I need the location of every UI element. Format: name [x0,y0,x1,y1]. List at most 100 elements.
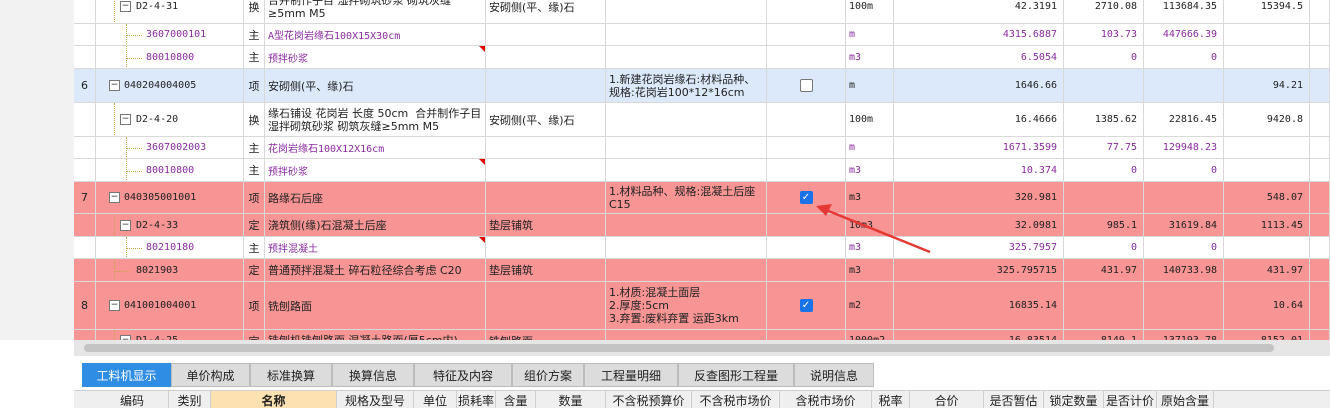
cell-extra[interactable]: 9420.8 [1224,103,1310,137]
cell-code[interactable]: 8021903 [96,259,244,282]
cell-unit[interactable]: 1000m2 [846,330,894,340]
cell-checked[interactable]: ✓ [767,182,846,214]
cell-qty[interactable]: 325.795715 [894,259,1064,282]
cell-spec[interactable] [486,182,606,214]
cell-code[interactable]: 3607000101 [96,24,244,46]
cell-name[interactable]: A型花岗岩缘石100X15X30cm [265,24,486,46]
grid-row[interactable]: 80010800 主预拌砂浆 m3 6.5054 0 0 [74,46,1330,69]
column-header[interactable]: 名称 [211,391,337,408]
cell-spec[interactable] [486,237,606,259]
cell-seq[interactable] [74,0,96,24]
cell-spec[interactable] [486,282,606,330]
cell-price[interactable]: 0 [1064,237,1144,259]
cell-price[interactable]: 2710.08 [1064,0,1144,24]
cell-price[interactable]: 431.97 [1064,259,1144,282]
cell-spec[interactable] [486,46,606,69]
cell-seq[interactable] [74,259,96,282]
cell-code[interactable]: − D2-4-20 [96,103,244,137]
cell-feature[interactable]: 1.新建花岗岩缘石:材料品种、规格:花岗岩100*12*16cm [606,69,767,103]
cell-extra[interactable]: 94.21 [1224,69,1310,103]
cell-qty[interactable]: 16835.14 [894,282,1064,330]
cell-unit[interactable]: m3 [846,237,894,259]
cell-total[interactable]: 0 [1144,159,1224,182]
cell-extra[interactable] [1224,237,1310,259]
cell-feature[interactable] [606,46,767,69]
cell-seq[interactable]: 8 [74,282,96,330]
cell-total[interactable]: 447666.39 [1144,24,1224,46]
cell-qty[interactable]: 325.7957 [894,237,1064,259]
column-header[interactable]: 不含税预算价 [606,391,692,408]
grid-row[interactable]: −D1-4-25定铣刨机铣刨路面 混凝土路面(厚5cm内)铣刨路面1000m21… [74,330,1330,340]
cell-seq[interactable] [74,330,96,340]
cell-name[interactable]: 预拌混凝土 [265,237,486,259]
cell-code[interactable]: −041001004001 [96,282,244,330]
cell-total[interactable] [1144,182,1224,214]
cell-price[interactable]: 1385.62 [1064,103,1144,137]
column-header[interactable]: 含税市场价 [780,391,872,408]
column-header[interactable]: 数量 [536,391,606,408]
cell-total[interactable] [1144,282,1224,330]
cell-feature[interactable] [606,330,767,340]
minus-box-icon[interactable]: − [109,80,120,91]
cell-checked[interactable] [767,0,846,24]
cell-checked[interactable] [767,330,846,340]
cell-checked[interactable] [767,159,846,182]
cell-feature[interactable] [606,259,767,282]
cell-unit[interactable]: m3 [846,182,894,214]
cell-name[interactable]: 铣刨机铣刨路面 混凝土路面(厚5cm内) [265,330,486,340]
grid-row[interactable]: 80210180 主预拌混凝土 m3 325.7957 0 0 [74,237,1330,259]
cell-feature[interactable] [606,237,767,259]
cell-feature[interactable] [606,159,767,182]
cell-type[interactable]: 项 [244,182,265,214]
cell-price[interactable]: 0 [1064,159,1144,182]
cell-name[interactable]: 浇筑侧(缘)石混凝土后座 [265,214,486,237]
cell-qty[interactable]: 320.981 [894,182,1064,214]
cell-spec[interactable] [486,69,606,103]
cell-qty[interactable]: 4315.6887 [894,24,1064,46]
column-header[interactable]: 是否计价 [1104,391,1157,408]
column-header[interactable]: 是否暂估 [984,391,1044,408]
cell-price[interactable]: 103.73 [1064,24,1144,46]
cell-extra[interactable]: 548.07 [1224,182,1310,214]
cell-type[interactable]: 定 [244,259,265,282]
cell-price[interactable]: 8149.1 [1064,330,1144,340]
grid-row[interactable]: 3607002003 主花岗岩缘石100X12X16cm m 1671.3599 77.… [74,137,1330,159]
cell-seq[interactable] [74,159,96,182]
cell-type[interactable]: 主 [244,159,265,182]
column-header[interactable]: 不含税市场价 [692,391,780,408]
scrollbar-thumb[interactable] [84,344,1274,352]
cell-code[interactable]: −040204004005 [96,69,244,103]
cell-name[interactable]: 安砌侧(平、缘)石 [265,69,486,103]
tab-2[interactable]: 标准换算 [250,363,332,387]
cell-total[interactable] [1144,69,1224,103]
cell-type[interactable]: 换 [244,0,265,24]
cell-type[interactable]: 主 [244,46,265,69]
cell-total[interactable]: 0 [1144,46,1224,69]
tab-0[interactable]: 工料机显示 [82,363,171,387]
cell-qty[interactable]: 16.83514 [894,330,1064,340]
column-header[interactable]: 单位 [414,391,457,408]
cell-total[interactable]: 0 [1144,237,1224,259]
column-header[interactable]: 规格及型号 [337,391,414,408]
cell-name[interactable]: 普通预拌混凝土 碎石粒径综合考虑 C20 [265,259,486,282]
cell-price[interactable] [1064,69,1144,103]
cell-checked[interactable] [767,46,846,69]
cell-spec[interactable] [486,137,606,159]
minus-box-icon[interactable]: − [109,192,120,203]
cell-type[interactable]: 定 [244,214,265,237]
grid-row[interactable]: 8021903 定普通预拌混凝土 碎石粒径综合考虑 C20 垫层铺筑 m3 325.79… [74,259,1330,282]
tab-5[interactable]: 组价方案 [512,363,584,387]
minus-box-icon[interactable]: − [120,1,131,12]
cell-code[interactable]: 80210180 [96,237,244,259]
minus-box-icon[interactable]: − [109,300,120,311]
cell-seq[interactable]: 7 [74,182,96,214]
cell-feature[interactable] [606,137,767,159]
cell-name[interactable]: 合并制作子目 湿拌砌筑砂浆 砌筑灰缝≥5mm M5 [265,0,486,24]
cell-feature[interactable]: 1.材料品种、规格:混凝土后座 C15 [606,182,767,214]
cell-unit[interactable]: m [846,137,894,159]
cell-name[interactable]: 预拌砂浆 [265,46,486,69]
cell-spec[interactable]: 安砌侧(平、缘)石 [486,103,606,137]
cell-type[interactable]: 项 [244,69,265,103]
cell-extra[interactable]: 8152.01 [1224,330,1310,340]
grid-row[interactable]: 7 −040305001001 项路缘石后座 1.材料品种、规格:混凝土后座 C15 ✓… [74,182,1330,214]
